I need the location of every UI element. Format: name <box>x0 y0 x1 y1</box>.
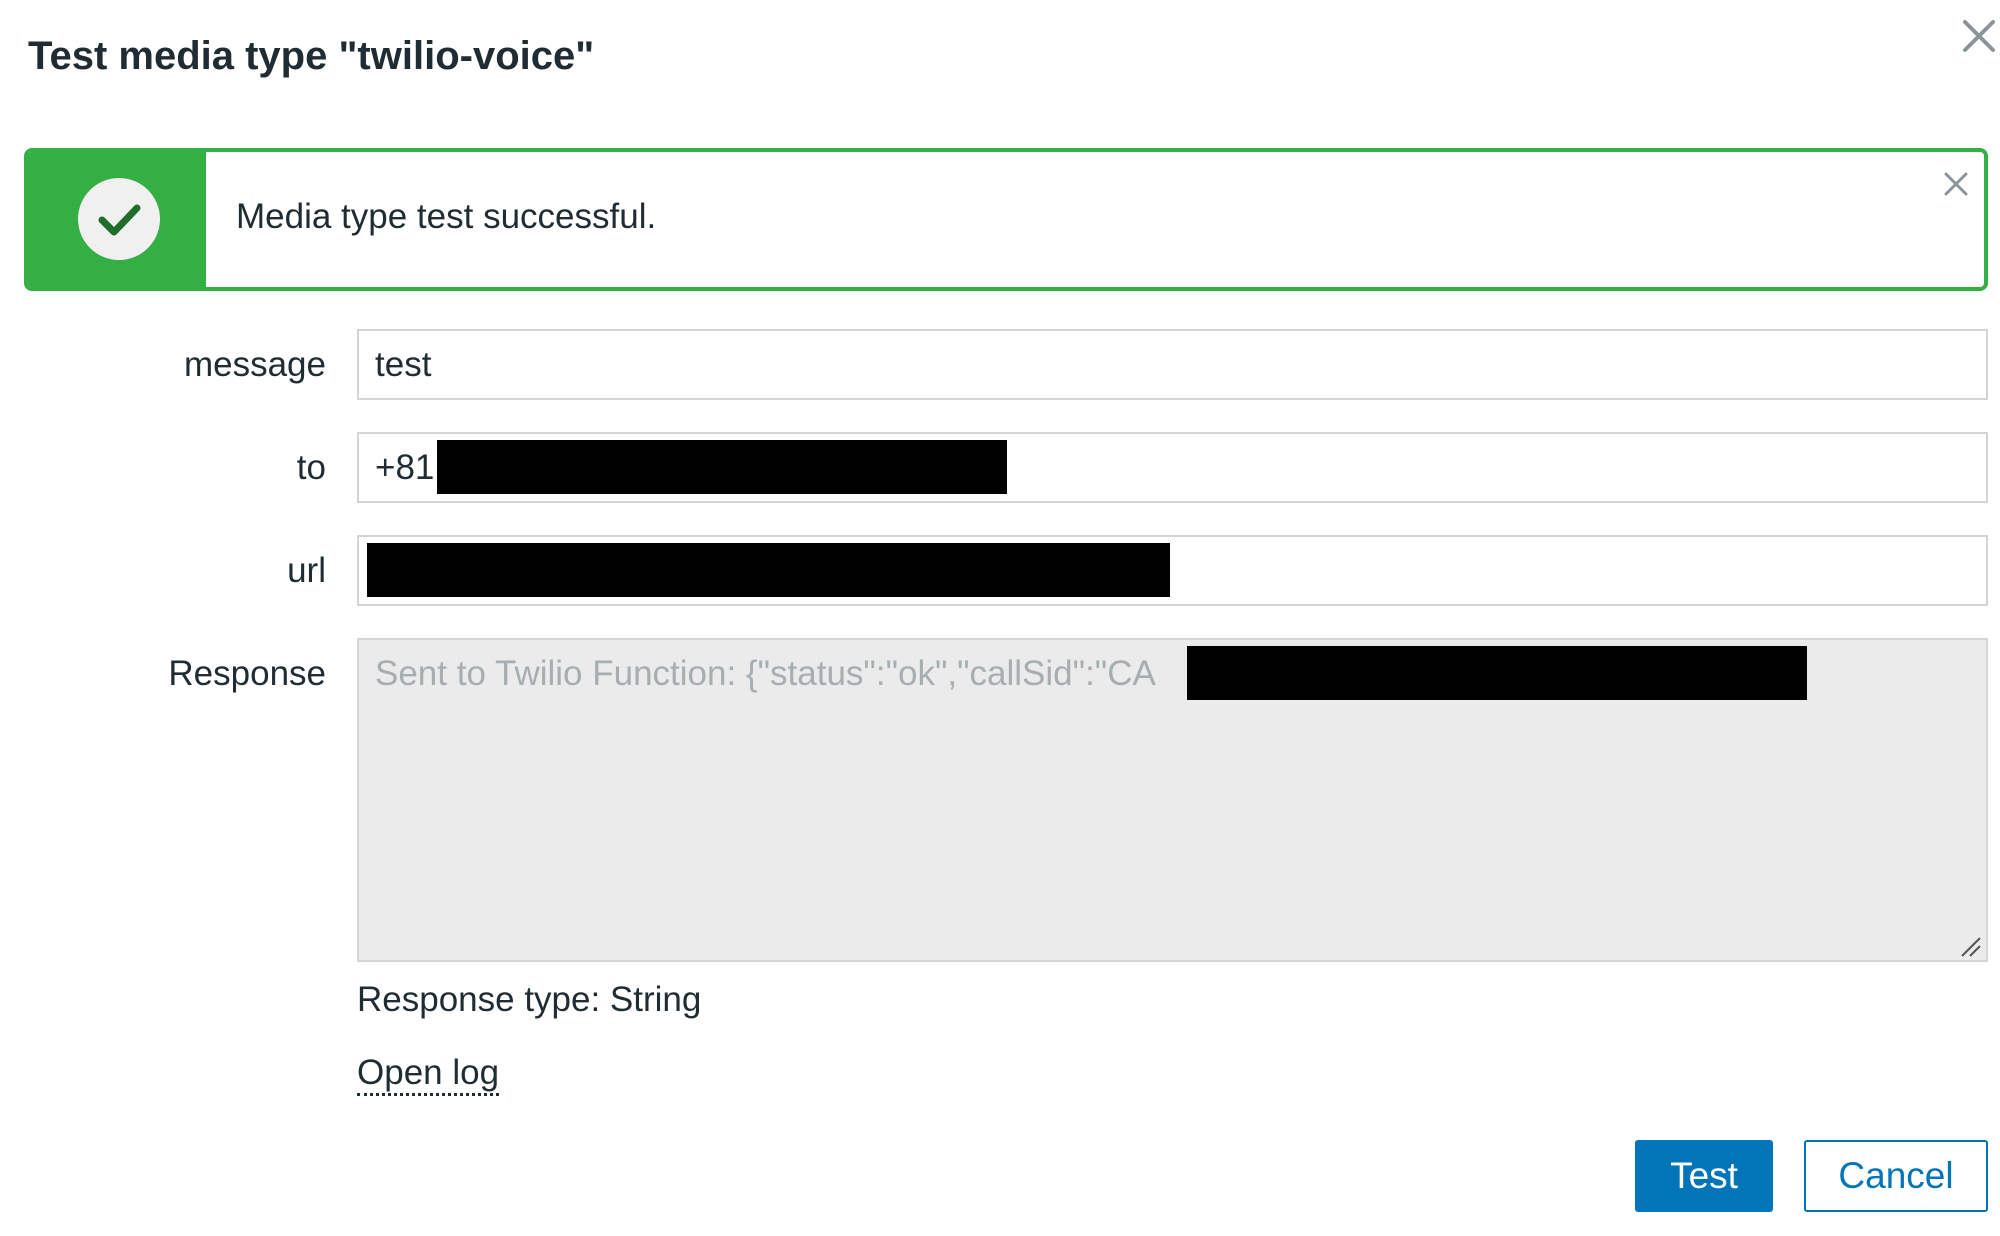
success-icon-strip <box>28 152 206 287</box>
success-message-text: Media type test successful. <box>236 197 657 236</box>
cancel-button[interactable]: Cancel <box>1804 1140 1988 1212</box>
message-field-value: test <box>375 345 432 384</box>
redacted-url <box>367 543 1170 597</box>
to-field-value: +81 <box>375 448 435 487</box>
open-log-link[interactable]: Open log <box>357 1053 500 1096</box>
to-field[interactable]: +81 <box>357 432 1988 503</box>
message-close-icon[interactable] <box>1940 168 1972 200</box>
message-label: message <box>183 345 326 384</box>
check-circle-icon <box>78 178 160 260</box>
to-label: to <box>296 448 326 487</box>
response-value-prefix: Sent to Twilio Function: {"status":"ok",… <box>375 654 1156 693</box>
redacted-phone <box>437 440 1007 494</box>
response-label: Response <box>168 654 326 693</box>
message-field[interactable]: test <box>357 329 1988 400</box>
dialog-close-icon[interactable] <box>1957 14 2000 58</box>
dialog-title: Test media type "twilio-voice" <box>28 34 595 78</box>
url-label: url <box>287 551 326 590</box>
url-field[interactable] <box>357 535 1988 606</box>
response-textarea[interactable]: Sent to Twilio Function: {"status":"ok",… <box>357 638 1988 962</box>
redacted-call-sid <box>1187 646 1807 700</box>
success-message-box: Media type test successful. <box>24 148 1988 291</box>
resize-grip-icon[interactable] <box>1958 934 1984 960</box>
test-button[interactable]: Test <box>1635 1140 1773 1212</box>
test-media-type-dialog: Test media type "twilio-voice" Media typ… <box>0 0 2000 1236</box>
response-type: Response type: String <box>357 980 702 1019</box>
